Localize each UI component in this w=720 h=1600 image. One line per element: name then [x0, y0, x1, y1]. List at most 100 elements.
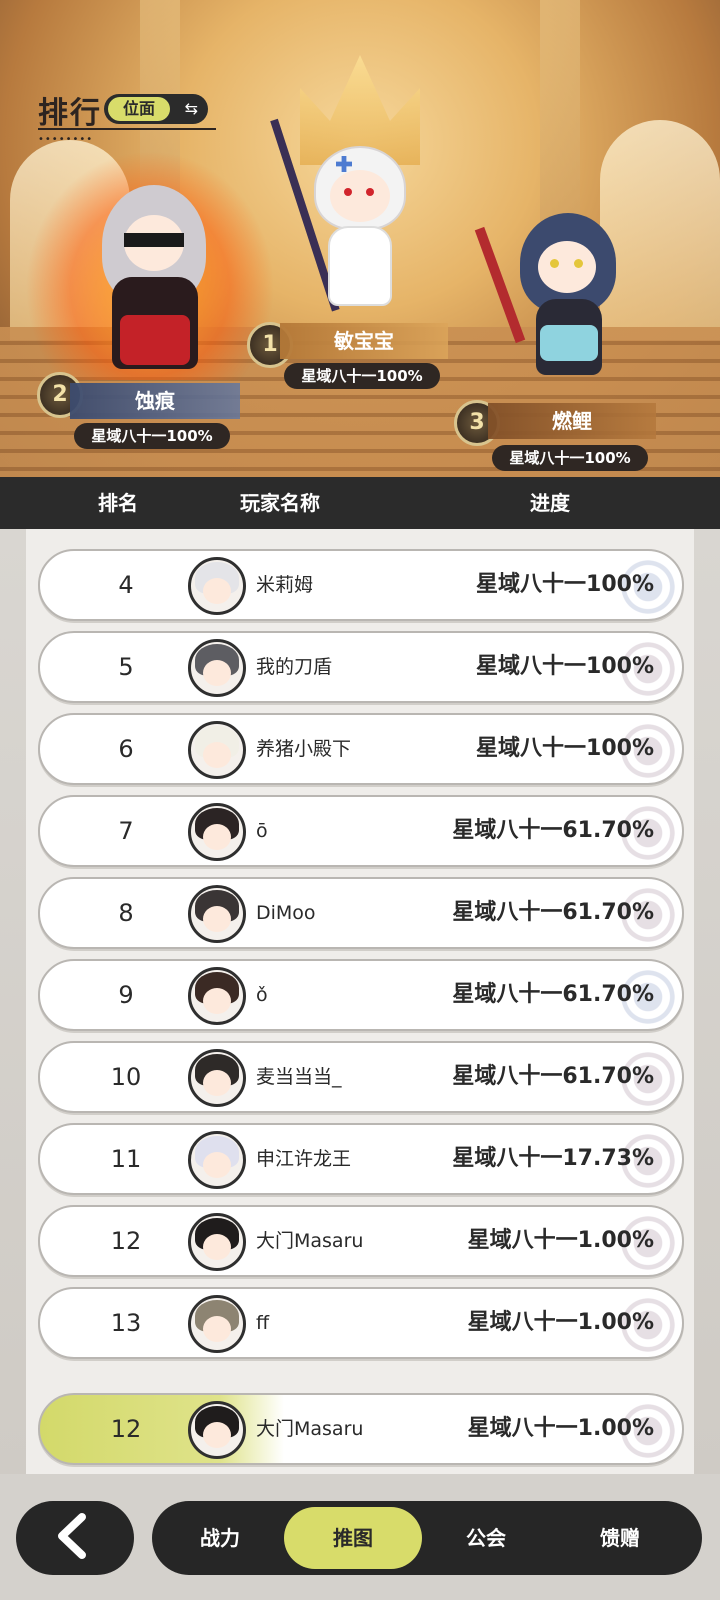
- player-name: ff: [256, 1312, 270, 1334]
- rank-2-character[interactable]: [90, 185, 220, 375]
- player-progress: 星域八十一100%: [476, 572, 654, 597]
- back-button[interactable]: [16, 1501, 134, 1575]
- row-rank: 12: [110, 1227, 142, 1255]
- avatar[interactable]: [188, 803, 246, 861]
- rank-3-progress: 星域八十一100%: [492, 445, 648, 471]
- rank-3-character[interactable]: [474, 205, 630, 395]
- player-progress: 星域八十一1.00%: [467, 1416, 654, 1441]
- ranking-list[interactable]: 4 米莉姆 星域八十一100% 5 我的刀盾 星域八十一100% 6 养猪小殿下…: [0, 529, 720, 1474]
- page-title: 排行: [38, 96, 102, 131]
- avatar-face: [203, 660, 231, 686]
- player-name: ō: [256, 820, 268, 842]
- column-player-name: 玩家名称: [240, 491, 320, 515]
- tab-bar: 战力 推图 公会 馈赠: [152, 1501, 702, 1575]
- tab-gift[interactable]: 馈赠: [572, 1501, 668, 1575]
- avatar[interactable]: [188, 557, 246, 615]
- rank-1-character[interactable]: [270, 118, 420, 325]
- table-row[interactable]: 12 大门Masaru 星域八十一1.00%: [38, 1205, 684, 1277]
- table-header: 排名 玩家名称 进度: [0, 477, 720, 529]
- row-rank: 12: [110, 1415, 142, 1443]
- rank-1-progress: 星域八十一100%: [284, 363, 440, 389]
- player-progress: 星域八十一17.73%: [452, 1146, 654, 1171]
- player-progress: 星域八十一1.00%: [467, 1228, 654, 1253]
- avatar[interactable]: [188, 885, 246, 943]
- row-rank: 10: [110, 1063, 142, 1091]
- player-name: 养猪小殿下: [256, 738, 352, 760]
- player-progress: 星域八十一100%: [476, 654, 654, 679]
- scope-label: 位面: [108, 97, 170, 121]
- blindfold: [124, 233, 184, 247]
- my-rank-row[interactable]: 12 大门Masaru 星域八十一1.00%: [38, 1393, 684, 1465]
- avatar-face: [203, 1316, 231, 1342]
- swap-arrows-icon: ⇆: [184, 99, 198, 118]
- player-progress: 星域八十一61.70%: [452, 982, 654, 1007]
- avatar-face: [203, 742, 231, 768]
- tab-power[interactable]: 战力: [172, 1501, 268, 1575]
- rank-2-name: 蚀痕: [70, 383, 240, 419]
- row-rank: 11: [110, 1145, 142, 1173]
- avatar[interactable]: [188, 721, 246, 779]
- avatar[interactable]: [188, 1401, 246, 1459]
- rank-3-name: 燃鲤: [488, 403, 656, 439]
- row-rank: 7: [118, 817, 134, 845]
- player-progress: 星域八十一1.00%: [467, 1310, 654, 1335]
- table-row[interactable]: 6 养猪小殿下 星域八十一100%: [38, 713, 684, 785]
- character-apron: [540, 325, 598, 361]
- row-rank: 9: [118, 981, 134, 1009]
- scope-toggle-button[interactable]: 位面 ⇆: [104, 94, 208, 124]
- player-progress: 星域八十一61.70%: [452, 900, 654, 925]
- avatar[interactable]: [188, 967, 246, 1025]
- title-underline: [38, 128, 216, 130]
- table-row[interactable]: 8 DiMoo 星域八十一61.70%: [38, 877, 684, 949]
- character-eye: [366, 188, 374, 196]
- character-skirt: [120, 315, 190, 365]
- avatar-face: [203, 1152, 231, 1178]
- avatar-face: [203, 1422, 231, 1448]
- character-eye: [574, 259, 583, 268]
- character-face: [330, 170, 390, 222]
- avatar-face: [203, 906, 231, 932]
- player-name: 麦当当当_: [256, 1066, 342, 1088]
- avatar-face: [203, 1234, 231, 1260]
- avatar[interactable]: [188, 1295, 246, 1353]
- row-rank: 4: [118, 571, 134, 599]
- page-title-block: 排行 ••••••••: [38, 88, 216, 145]
- table-row[interactable]: 13 ff 星域八十一1.00%: [38, 1287, 684, 1359]
- player-progress: 星域八十一61.70%: [452, 1064, 654, 1089]
- table-row[interactable]: 9 ǒ 星域八十一61.70%: [38, 959, 684, 1031]
- avatar-face: [203, 1070, 231, 1096]
- table-row[interactable]: 11 申江许龙王 星域八十一17.73%: [38, 1123, 684, 1195]
- tab-stage-progress[interactable]: 推图: [284, 1507, 422, 1569]
- podium-banner: 排行 •••••••• 位面 ⇆ 1 敏宝宝 星域八十一100% 2 蚀痕 星域…: [0, 0, 720, 477]
- avatar-face: [203, 824, 231, 850]
- table-row[interactable]: 7 ō 星域八十一61.70%: [38, 795, 684, 867]
- avatar-face: [203, 578, 231, 604]
- character-dress: [328, 226, 392, 306]
- table-row[interactable]: 5 我的刀盾 星域八十一100%: [38, 631, 684, 703]
- table-row[interactable]: 10 麦当当当_ 星域八十一61.70%: [38, 1041, 684, 1113]
- table-row[interactable]: 4 米莉姆 星域八十一100%: [38, 549, 684, 621]
- row-rank: 8: [118, 899, 134, 927]
- avatar[interactable]: [188, 1049, 246, 1107]
- character-eye: [550, 259, 559, 268]
- row-rank: 5: [118, 653, 134, 681]
- player-progress: 星域八十一100%: [476, 736, 654, 761]
- column-rank: 排名: [98, 491, 138, 515]
- avatar[interactable]: [188, 1213, 246, 1271]
- player-progress: 星域八十一61.70%: [452, 818, 654, 843]
- rank-1-name: 敏宝宝: [280, 323, 448, 359]
- character-face: [538, 241, 596, 293]
- player-name: 大门Masaru: [256, 1230, 364, 1252]
- character-eye: [344, 188, 352, 196]
- player-name: 米莉姆: [256, 574, 314, 596]
- rank-2-progress: 星域八十一100%: [74, 423, 230, 449]
- avatar-face: [203, 988, 231, 1014]
- avatar[interactable]: [188, 639, 246, 697]
- bottom-navigation: 战力 推图 公会 馈赠: [0, 1474, 720, 1600]
- player-name: ǒ: [256, 984, 268, 1006]
- tab-guild[interactable]: 公会: [438, 1501, 534, 1575]
- player-name: 我的刀盾: [256, 656, 333, 678]
- avatar[interactable]: [188, 1131, 246, 1189]
- title-dots: ••••••••: [38, 134, 94, 145]
- row-rank: 6: [118, 735, 134, 763]
